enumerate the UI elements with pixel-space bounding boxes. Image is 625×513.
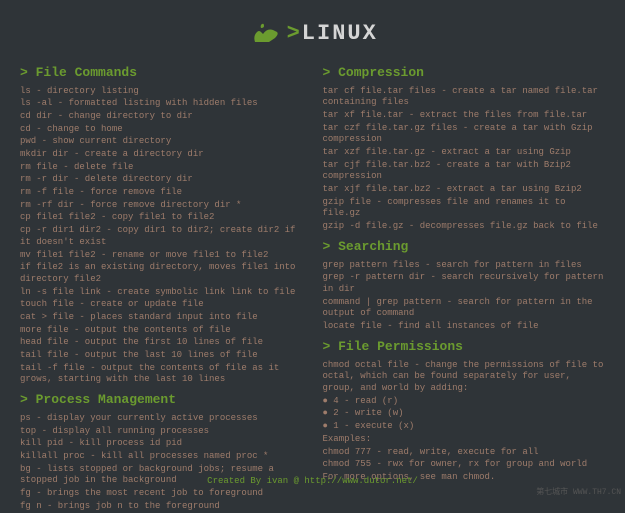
section-title: > Process Management (20, 392, 303, 409)
chevron-icon: > (323, 339, 339, 354)
logo-text: >LINUX (287, 20, 378, 49)
command-line: top - display all running processes (20, 426, 303, 438)
command-line: rm -rf dir - force remove directory dir … (20, 200, 303, 212)
command-line: chmod 777 - read, write, execute for all (323, 447, 606, 459)
command-line: killall proc - kill all processes named … (20, 451, 303, 463)
command-line: cp -r dir1 dir2 - copy dir1 to dir2; cre… (20, 225, 303, 248)
command-line: cd dir - change directory to dir (20, 111, 303, 123)
section-title-text: Compression (338, 65, 424, 80)
command-line: ● 1 - execute (x) (323, 421, 606, 433)
section-title: > Searching (323, 239, 606, 256)
section-title-text: File Permissions (338, 339, 463, 354)
command-line: grep pattern files - search for pattern … (323, 260, 606, 272)
left-column: > File Commands ls - directory listingls … (20, 59, 303, 513)
command-line: head file - output the first 10 lines of… (20, 337, 303, 349)
content-container: > File Commands ls - directory listingls … (0, 59, 625, 513)
command-line: Examples: (323, 434, 606, 446)
command-line: kill pid - kill process id pid (20, 438, 303, 450)
command-line: rm file - delete file (20, 162, 303, 174)
section-title-text: Searching (338, 239, 408, 254)
command-line: fg n - brings job n to the foreground (20, 501, 303, 513)
logo-title: LINUX (302, 21, 378, 46)
chevron-icon: > (20, 392, 36, 407)
command-line: tar xjf file.tar.bz2 - extract a tar usi… (323, 184, 606, 196)
command-line: chmod octal file - change the permission… (323, 360, 606, 395)
command-line: tar xf file.tar - extract the files from… (323, 110, 606, 122)
command-line: rm -f file - force remove file (20, 187, 303, 199)
command-line: gzip -d file.gz - decompresses file.gz b… (323, 221, 606, 233)
command-line: grep -r pattern dir - search recursively… (323, 272, 606, 295)
footer-credit: Created By ivan @ http://www.dutor.net/ (0, 476, 625, 488)
command-line: rm -r dir - delete directory dir (20, 174, 303, 186)
command-line: ● 4 - read (r) (323, 396, 606, 408)
command-line: tail -f file - output the contents of fi… (20, 363, 303, 386)
command-line: touch file - create or update file (20, 299, 303, 311)
command-line: tail file - output the last 10 lines of … (20, 350, 303, 362)
command-line: ls -al - formatted listing with hidden f… (20, 98, 303, 110)
command-line: tar cjf file.tar.bz2 - create a tar with… (323, 160, 606, 183)
command-line: pwd - show current directory (20, 136, 303, 148)
command-line: ls - directory listing (20, 86, 303, 98)
command-line: ln -s file link - create symbolic link l… (20, 287, 303, 299)
command-line: fg - brings the most recent job to foreg… (20, 488, 303, 500)
logo-chevron: > (287, 21, 302, 46)
command-line: tar czf file.tar.gz files - create a tar… (323, 123, 606, 146)
logo-figure-icon (247, 20, 281, 49)
command-line: cd - change to home (20, 124, 303, 136)
logo-header: >LINUX (0, 0, 625, 59)
command-line: ps - display your currently active proce… (20, 413, 303, 425)
command-line: tar xzf file.tar.gz - extract a tar usin… (323, 147, 606, 159)
command-line: cp file1 file2 - copy file1 to file2 (20, 212, 303, 224)
right-column: > Compression tar cf file.tar files - cre… (323, 59, 606, 513)
chevron-icon: > (323, 65, 339, 80)
command-line: chmod 755 - rwx for owner, rx for group … (323, 459, 606, 471)
chevron-icon: > (20, 65, 36, 80)
section-title-text: File Commands (36, 65, 137, 80)
section-title-text: Process Management (36, 392, 176, 407)
command-line: more file - output the contents of file (20, 325, 303, 337)
command-line: ● 2 - write (w) (323, 408, 606, 420)
section-title: > Compression (323, 65, 606, 82)
watermark: 第七城市 WWW.TH7.CN (536, 488, 621, 498)
chevron-icon: > (323, 239, 339, 254)
command-line: command | grep pattern - search for patt… (323, 297, 606, 320)
section-title: > File Permissions (323, 339, 606, 356)
command-line: tar cf file.tar files - create a tar nam… (323, 86, 606, 109)
section-title: > File Commands (20, 65, 303, 82)
command-line: mkdir dir - create a directory dir (20, 149, 303, 161)
command-line: cat > file - places standard input into … (20, 312, 303, 324)
command-line: mv file1 file2 - rename or move file1 to… (20, 250, 303, 262)
command-line: if file2 is an existing directory, moves… (20, 262, 303, 285)
command-line: locate file - find all instances of file (323, 321, 606, 333)
command-line: gzip file - compresses file and renames … (323, 197, 606, 220)
